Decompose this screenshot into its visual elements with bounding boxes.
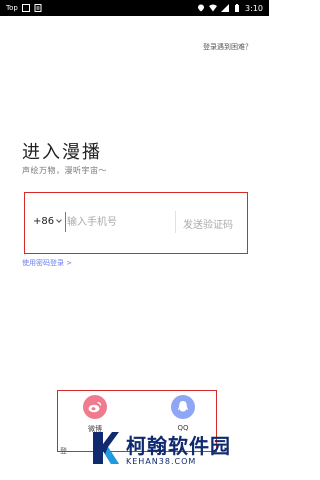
watermark-logo-icon [90, 430, 120, 470]
country-code-value: +86 [33, 216, 55, 227]
battery-icon [233, 4, 241, 12]
country-code-select[interactable]: +86 [33, 216, 62, 227]
send-code-button[interactable]: 发送验证码 [183, 216, 233, 231]
weibo-icon [83, 395, 107, 419]
phone-number-input[interactable] [65, 212, 165, 232]
watermark-main: 柯翰软件园 [126, 433, 231, 458]
watermark-text: 柯翰软件园 KEHAN38.COM [126, 435, 231, 466]
status-app-label: Top [6, 4, 18, 12]
page-title: 进入漫播 [22, 142, 102, 163]
qq-icon [171, 395, 195, 419]
divider [175, 211, 176, 233]
image-icon [21, 4, 30, 12]
status-right: 3:10 [197, 4, 263, 13]
status-bar: Top 3:10 [0, 0, 269, 16]
document-icon [34, 4, 42, 12]
footer-text: 登 [60, 447, 67, 455]
page-subtitle: 声绘万物，漫听宇宙～ [22, 166, 107, 175]
location-icon [197, 4, 205, 12]
watermark: 柯翰软件园 KEHAN38.COM [90, 426, 260, 474]
signal-icon [221, 4, 230, 12]
chevron-down-icon [56, 217, 62, 223]
phone-login-form: +86 发送验证码 [24, 192, 248, 254]
password-login-link[interactable]: 使用密码登录 > [22, 258, 72, 268]
login-trouble-link[interactable]: 登录遇到困难？ [203, 42, 252, 52]
wifi-icon [209, 4, 218, 12]
status-left: Top [6, 4, 42, 12]
watermark-sub: KEHAN38.COM [126, 456, 197, 466]
status-time: 3:10 [245, 3, 263, 13]
